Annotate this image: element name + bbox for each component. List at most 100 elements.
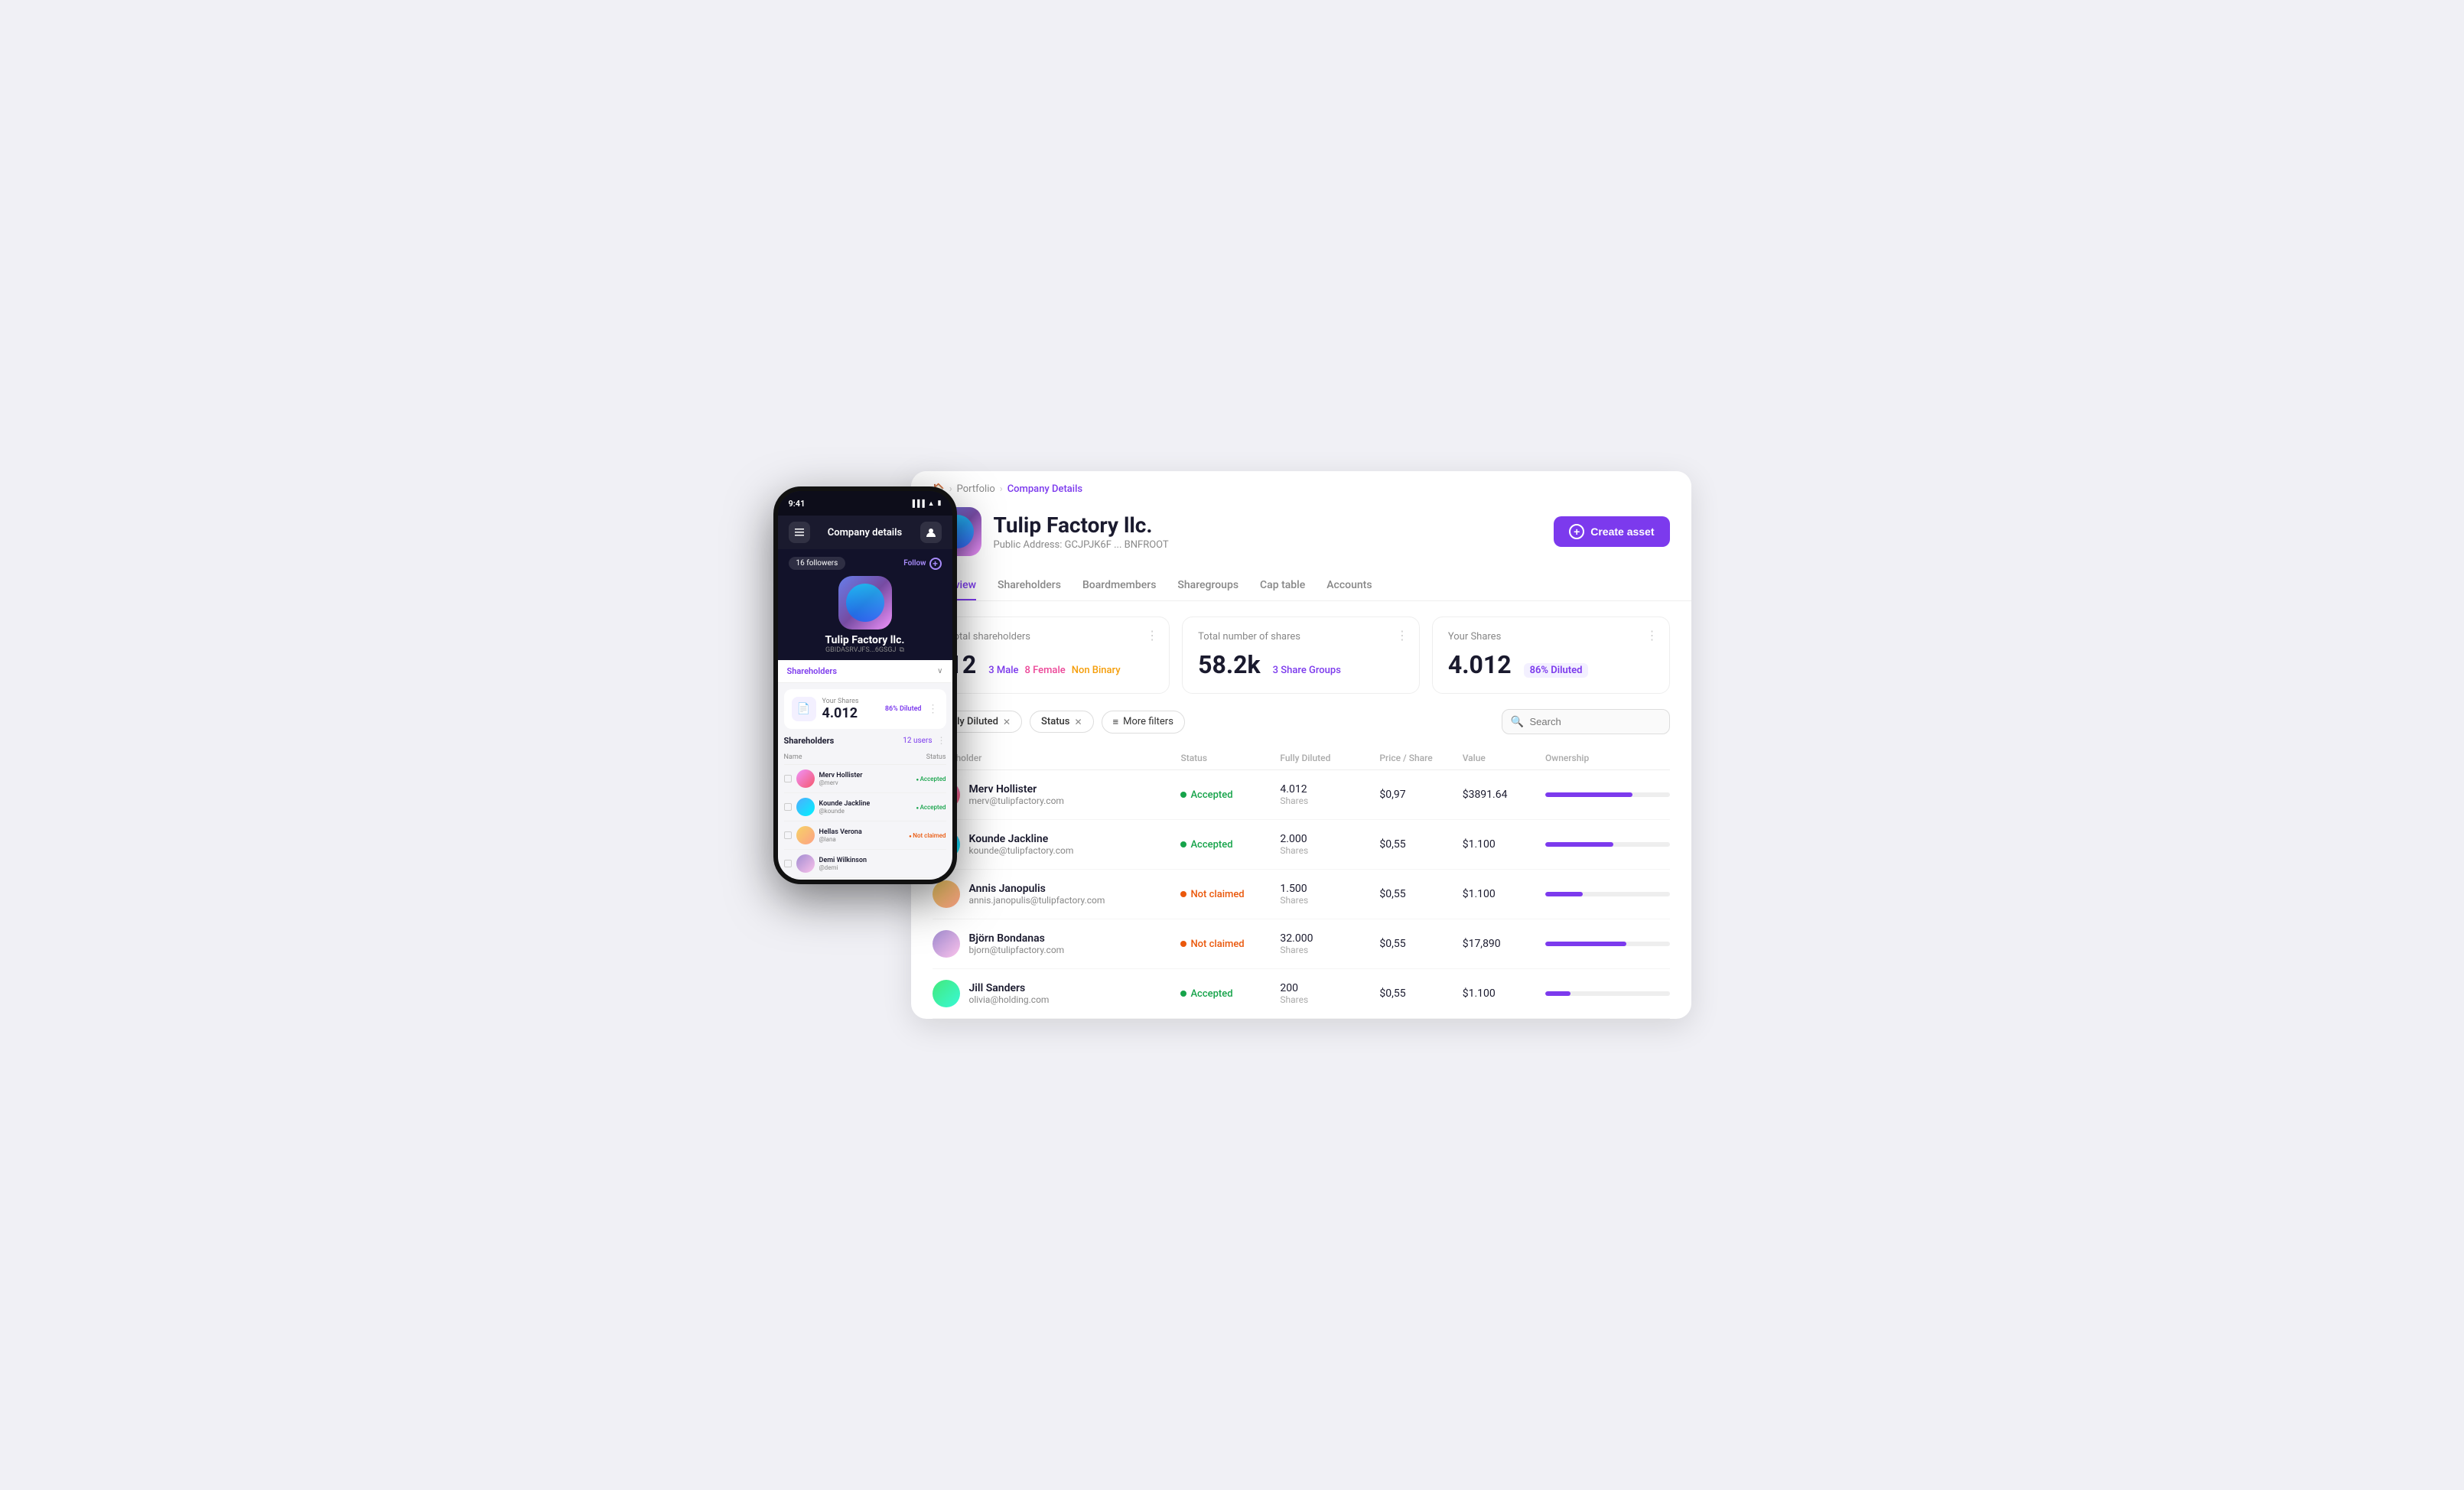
- phone-your-shares-card: 📄 Your Shares 4.012 86% Diluted ⋮: [784, 689, 946, 729]
- row-checkbox[interactable]: [784, 775, 792, 782]
- status-badge: Not claimed: [909, 832, 946, 839]
- tab-sharegroups[interactable]: Sharegroups: [1177, 571, 1239, 600]
- company-name: Tulip Factory llc.: [994, 512, 1169, 538]
- copy-icon[interactable]: ⧉: [900, 646, 904, 654]
- avatar: [796, 769, 815, 788]
- phone-status-bar: 9:41 ▐▐▐ ▲ ▮: [778, 491, 952, 516]
- shareholder-info: Annis Janopulis annis.janopulis@tulipfac…: [969, 883, 1105, 906]
- col-header-ownership: Ownership: [1545, 753, 1669, 763]
- phone-row-name: Kounde Jackline: [819, 800, 912, 808]
- follow-button[interactable]: Follow +: [903, 558, 941, 570]
- company-text: Tulip Factory llc. Public Address: GCJPJ…: [994, 512, 1169, 551]
- col-header-fully-diluted: Fully Diluted: [1280, 753, 1379, 763]
- company-info-row: Tulip Factory llc. Public Address: GCJPJ…: [933, 507, 1670, 556]
- phone-shares-label: Your Shares: [822, 698, 879, 705]
- row-checkbox[interactable]: [784, 860, 792, 867]
- phone-row-name: Hellas Verona: [819, 828, 905, 836]
- list-item[interactable]: Kounde Jackline @kounde Accepted: [784, 793, 946, 821]
- status-badge: Accepted: [916, 776, 946, 782]
- phone-card-menu-icon[interactable]: ⋮: [928, 703, 939, 715]
- create-asset-button[interactable]: + Create asset: [1554, 516, 1669, 547]
- phone: 9:41 ▐▐▐ ▲ ▮ Company details: [773, 486, 957, 884]
- table-row[interactable]: Jill Sanders olivia@holding.com Accepted…: [933, 969, 1670, 1019]
- breadcrumb-portfolio[interactable]: Portfolio: [957, 483, 995, 495]
- table-row[interactable]: Merv Hollister merv@tulipfactory.com Acc…: [933, 770, 1670, 820]
- phone-table-header: Name Status: [784, 750, 946, 765]
- stat-card-shares: ⋮ Total number of shares 58.2k 3 Share G…: [1182, 616, 1420, 694]
- shareholder-cell: Annis Janopulis annis.janopulis@tulipfac…: [933, 880, 1181, 908]
- filter-chip-status[interactable]: Status ✕: [1030, 711, 1094, 733]
- ownership-bar: [1545, 842, 1669, 847]
- phone-company-logo: [838, 576, 892, 630]
- shareholder-email: annis.janopulis@tulipfactory.com: [969, 895, 1105, 906]
- tag-share-groups: 3 Share Groups: [1273, 665, 1341, 676]
- phone-row-info: Kounde Jackline @kounde: [819, 800, 912, 815]
- shareholder-email: kounde@tulipfactory.com: [969, 845, 1074, 856]
- shares-cell: 2.000 Shares: [1280, 833, 1379, 856]
- list-item[interactable]: Demi Wilkinson @demi: [784, 850, 946, 878]
- row-checkbox[interactable]: [784, 831, 792, 839]
- table-header-row: Shareholder Status Fully Diluted Price /…: [933, 747, 1670, 770]
- phone-chevron-icon: ∨: [937, 667, 942, 675]
- stat-tags-shares: 3 Share Groups: [1273, 665, 1341, 676]
- tab-shareholders[interactable]: Shareholders: [998, 571, 1061, 600]
- ownership-bar: [1545, 942, 1669, 946]
- phone-row-handle: @kounde: [819, 808, 912, 815]
- phone-logo-area: 16 followers Follow + Tulip Factory llc.…: [778, 549, 952, 660]
- value-cell: $17,890: [1463, 938, 1545, 950]
- stat-main-row-shares: 58.2k 3 Share Groups: [1198, 650, 1404, 679]
- phone-mockup: 9:41 ▐▐▐ ▲ ▮ Company details: [773, 486, 957, 884]
- search-input[interactable]: [1502, 709, 1670, 734]
- filters-row: Fully Diluted ✕ Status ✕ ≡ More filters …: [911, 709, 1691, 747]
- ownership-cell: [1545, 892, 1669, 896]
- phone-screen-title: Company details: [828, 527, 903, 538]
- list-item[interactable]: Merv Hollister @merv Accepted: [784, 765, 946, 793]
- phone-shares-value: 4.012: [822, 705, 879, 721]
- more-filters-button[interactable]: ≡ More filters: [1102, 711, 1185, 734]
- phone-followers-bar: 16 followers Follow +: [789, 557, 942, 570]
- tab-boardmembers[interactable]: Boardmembers: [1082, 571, 1156, 600]
- chip-status-close-icon[interactable]: ✕: [1074, 717, 1082, 727]
- followers-badge: 16 followers: [789, 557, 846, 570]
- shareholder-cell: Merv Hollister merv@tulipfactory.com: [933, 781, 1181, 808]
- tag-male: 3 Male: [988, 665, 1018, 676]
- stat-card-your-shares-menu-icon[interactable]: ⋮: [1646, 628, 1658, 643]
- phone-shares-info: Your Shares 4.012: [822, 698, 879, 721]
- stat-number-shares: 58.2k: [1198, 650, 1260, 679]
- table-row[interactable]: Kounde Jackline kounde@tulipfactory.com …: [933, 820, 1670, 870]
- shareholder-info: Kounde Jackline kounde@tulipfactory.com: [969, 833, 1074, 856]
- hamburger-icon[interactable]: [789, 522, 810, 543]
- stat-card-shares-menu-icon[interactable]: ⋮: [1396, 628, 1408, 643]
- list-item[interactable]: Hellas Verona @lana Not claimed: [784, 821, 946, 850]
- phone-row-info: Demi Wilkinson @demi: [819, 857, 946, 871]
- chip-close-icon[interactable]: ✕: [1003, 717, 1011, 727]
- price-cell: $0,55: [1379, 987, 1462, 1000]
- ownership-cell: [1545, 842, 1669, 847]
- stat-tags-your-shares: 86% Diluted: [1524, 663, 1589, 678]
- ownership-bar-fill: [1545, 991, 1570, 996]
- phone-sh-menu-icon[interactable]: ⋮: [937, 735, 946, 746]
- stat-card-your-shares: ⋮ Your Shares 4.012 86% Diluted: [1432, 616, 1670, 694]
- shareholder-name: Merv Hollister: [969, 783, 1064, 795]
- phone-body: Shareholders ∨ 📄 Your Shares 4.012 86% D…: [778, 660, 952, 880]
- shareholder-name: Jill Sanders: [969, 982, 1050, 994]
- tag-female: 8 Female: [1025, 665, 1066, 676]
- tab-accounts[interactable]: Accounts: [1326, 571, 1372, 600]
- ownership-bar-fill: [1545, 892, 1583, 896]
- table-row[interactable]: Annis Janopulis annis.janopulis@tulipfac…: [933, 870, 1670, 919]
- phone-shareholders-dropdown[interactable]: Shareholders ∨: [778, 660, 952, 683]
- phone-time: 9:41: [789, 499, 806, 509]
- tab-cap-table[interactable]: Cap table: [1260, 571, 1305, 600]
- stat-card-menu-icon[interactable]: ⋮: [1146, 628, 1158, 643]
- battery-icon: ▮: [938, 499, 942, 507]
- desktop-panel: 🏠 › Portfolio › Company Details Tulip Fa…: [911, 471, 1691, 1019]
- phone-user-icon[interactable]: [920, 522, 942, 543]
- shares-document-icon: 📄: [792, 697, 816, 721]
- ownership-bar: [1545, 892, 1669, 896]
- shares-cell: 1.500 Shares: [1280, 883, 1379, 906]
- phone-row-info: Merv Hollister @merv: [819, 772, 912, 786]
- row-checkbox[interactable]: [784, 803, 792, 811]
- phone-row-name: Demi Wilkinson: [819, 857, 946, 864]
- price-cell: $0,55: [1379, 888, 1462, 900]
- table-row[interactable]: Björn Bondanas bjorn@tulipfactory.com No…: [933, 919, 1670, 969]
